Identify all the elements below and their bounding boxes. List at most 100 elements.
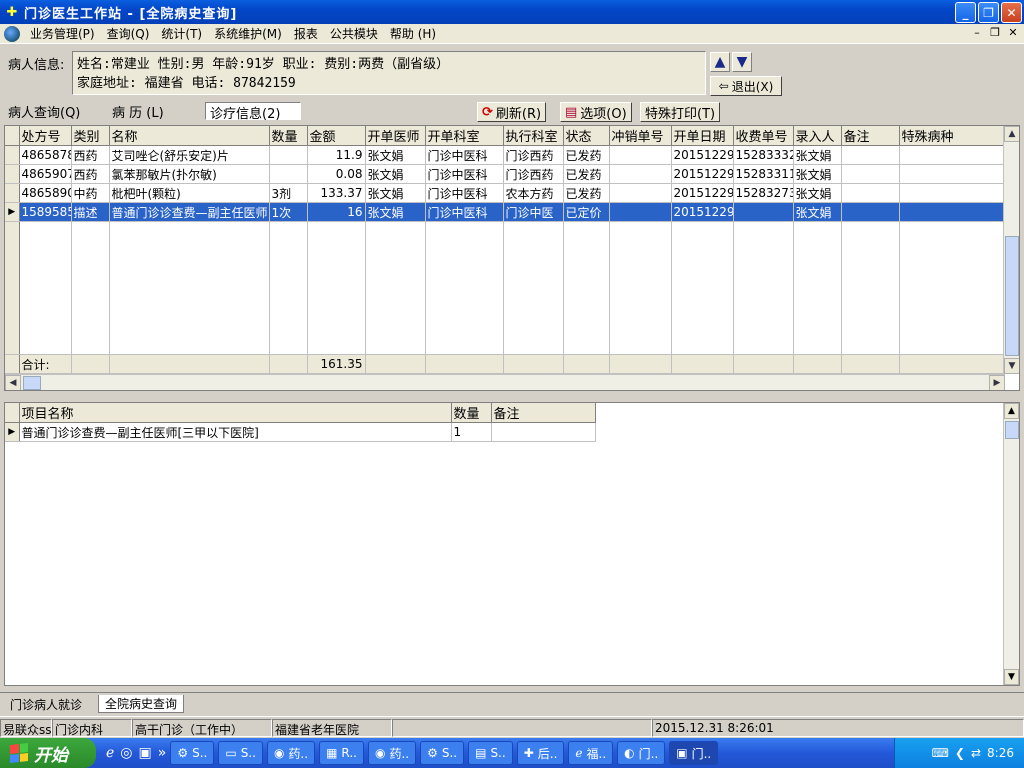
table-cell[interactable]: 张文娟 xyxy=(365,164,426,184)
table-cell[interactable] xyxy=(841,202,900,222)
table-cell[interactable]: 西药 xyxy=(71,145,110,165)
column-header[interactable]: 数量 xyxy=(269,126,308,146)
tab-diagnosis-info[interactable]: 诊疗信息(2) xyxy=(205,102,301,122)
table-cell[interactable]: 4865878 xyxy=(19,145,72,165)
next-patient-button[interactable]: ▼ xyxy=(732,52,752,72)
tab-patient-query[interactable]: 病人查询(Q) xyxy=(4,102,84,121)
table-row[interactable]: 4865878 西药 艾司唑仑(舒乐安定)片 11.9 张文娟 门诊中医科 门诊西药 已发药 2… xyxy=(5,145,1006,165)
taskbar-task[interactable]: ✚ 后.. xyxy=(516,741,565,765)
table-cell[interactable]: 描述 xyxy=(71,202,110,222)
table-cell[interactable]: 133.37 xyxy=(307,183,366,203)
table-cell[interactable]: 0.08 xyxy=(307,164,366,184)
keyboard-icon[interactable]: ⌨ xyxy=(932,746,949,760)
table-cell[interactable] xyxy=(899,145,1006,165)
network-icon[interactable]: ⇄ xyxy=(971,746,981,760)
splitter[interactable] xyxy=(0,392,1024,400)
taskbar-task[interactable]: ⚙ S.. xyxy=(170,741,215,765)
table-cell[interactable]: 已发药 xyxy=(563,164,610,184)
tab-outpatient-visit[interactable]: 门诊病人就诊 xyxy=(4,695,88,713)
taskbar-task[interactable]: ℯ 福.. xyxy=(568,741,614,765)
table-cell[interactable]: 门诊西药 xyxy=(503,164,564,184)
hscroll-thumb[interactable] xyxy=(23,376,41,390)
table-cell[interactable]: 4865890 xyxy=(19,183,72,203)
scroll-down-icon[interactable]: ▼ xyxy=(1004,358,1019,374)
detail-cell[interactable] xyxy=(491,422,596,442)
table-cell[interactable]: 1589585 xyxy=(19,202,72,222)
table-cell[interactable] xyxy=(609,145,672,165)
desktop-icon[interactable]: ▣ xyxy=(139,745,152,761)
table-cell[interactable]: 西药 xyxy=(71,164,110,184)
table-cell[interactable]: 门诊中医科 xyxy=(425,164,504,184)
column-header[interactable]: 录入人 xyxy=(793,126,842,146)
menu-system[interactable]: 系统维护(M) xyxy=(208,25,288,42)
column-header[interactable]: 执行科室 xyxy=(503,126,564,146)
table-cell[interactable]: 张文娟 xyxy=(793,164,842,184)
table-cell[interactable]: 普通门诊诊查费—副主任医师 xyxy=(109,202,270,222)
taskbar-task[interactable]: ▣ 门.. xyxy=(669,741,719,765)
table-cell[interactable] xyxy=(899,202,1006,222)
table-cell[interactable]: 15283332 xyxy=(733,145,794,165)
taskbar-task[interactable]: ◉ 药.. xyxy=(266,741,316,765)
table-cell[interactable] xyxy=(269,145,308,165)
column-header[interactable]: 状态 xyxy=(563,126,610,146)
tray-expand-icon[interactable]: ❮ xyxy=(955,746,965,760)
mdi-close-icon[interactable]: ✕ xyxy=(1006,26,1020,39)
scroll-thumb[interactable] xyxy=(1005,236,1019,356)
table-cell[interactable]: 中药 xyxy=(71,183,110,203)
table-cell[interactable] xyxy=(733,202,794,222)
column-header[interactable]: 金额 xyxy=(307,126,366,146)
column-header[interactable]: 特殊病种 xyxy=(899,126,1006,146)
tab-medical-record[interactable]: 病 历 (L) xyxy=(108,102,168,121)
detail-scroll-thumb[interactable] xyxy=(1005,421,1019,439)
detail-scroll-up-icon[interactable]: ▲ xyxy=(1004,403,1019,419)
table-cell[interactable]: 已发药 xyxy=(563,145,610,165)
table-cell[interactable] xyxy=(609,202,672,222)
table-cell[interactable]: 门诊中医科 xyxy=(425,145,504,165)
menu-query[interactable]: 查询(Q) xyxy=(101,25,156,42)
menu-statistics[interactable]: 统计(T) xyxy=(155,25,208,42)
detail-row[interactable]: ▶ 普通门诊诊查费—副主任医师[三甲以下医院] 1 xyxy=(5,422,596,442)
table-cell[interactable]: 3剂 xyxy=(269,183,308,203)
column-header[interactable]: 备注 xyxy=(841,126,900,146)
table-cell[interactable]: 张文娟 xyxy=(793,202,842,222)
table-row[interactable]: 4865890 中药 枇杷叶(颗粒) 3剂 133.37 张文娟 门诊中医科 农本方药 已发药 2… xyxy=(5,183,1006,203)
tab-hospital-history[interactable]: 全院病史查询 xyxy=(98,695,185,713)
taskbar-task[interactable]: ▤ S.. xyxy=(468,741,513,765)
taskbar-task[interactable]: ▦ R.. xyxy=(319,741,364,765)
column-header[interactable]: 开单医师 xyxy=(365,126,426,146)
column-header[interactable]: 处方号 xyxy=(19,126,72,146)
options-button[interactable]: ▤ 选项(O) xyxy=(560,102,632,122)
detail-scroll-down-icon[interactable]: ▼ xyxy=(1004,669,1019,685)
exit-button[interactable]: ⇦ 退出(X) xyxy=(710,76,782,96)
prev-patient-button[interactable]: ▲ xyxy=(710,52,730,72)
close-button[interactable]: ✕ xyxy=(1001,2,1022,23)
taskbar-task[interactable]: ⚙ S.. xyxy=(420,741,465,765)
menu-help[interactable]: 帮助 (H) xyxy=(384,25,442,42)
table-cell[interactable]: 已定价 xyxy=(563,202,610,222)
scroll-right-icon[interactable]: ▶ xyxy=(989,375,1005,390)
column-header[interactable]: 开单日期 xyxy=(671,126,734,146)
ie-icon[interactable]: ℯ xyxy=(106,745,114,761)
column-header[interactable]: 开单科室 xyxy=(425,126,504,146)
table-cell[interactable]: 门诊中医 xyxy=(503,202,564,222)
menu-public[interactable]: 公共模块 xyxy=(324,25,384,42)
table-cell[interactable]: 张文娟 xyxy=(365,202,426,222)
table-cell[interactable]: 15283273 xyxy=(733,183,794,203)
restore-button[interactable]: ❐ xyxy=(978,2,999,23)
column-header[interactable]: 冲销单号 xyxy=(609,126,672,146)
detail-column-header[interactable]: 数量 xyxy=(451,403,492,423)
table-cell[interactable]: 20151229 xyxy=(671,145,734,165)
detail-column-header[interactable]: 项目名称 xyxy=(19,403,452,423)
grid-vertical-scrollbar[interactable]: ▲ ▼ xyxy=(1003,126,1019,374)
table-cell[interactable]: 张文娟 xyxy=(365,183,426,203)
column-header[interactable]: 类别 xyxy=(71,126,110,146)
table-cell[interactable]: 已发药 xyxy=(563,183,610,203)
taskbar-task[interactable]: ◉ 药.. xyxy=(367,741,417,765)
column-header[interactable]: 名称 xyxy=(109,126,270,146)
detail-column-header[interactable]: 备注 xyxy=(491,403,596,423)
table-cell[interactable]: 16 xyxy=(307,202,366,222)
table-cell[interactable] xyxy=(899,183,1006,203)
table-cell[interactable] xyxy=(269,164,308,184)
table-cell[interactable]: 15283311 xyxy=(733,164,794,184)
column-header[interactable]: 收费单号 xyxy=(733,126,794,146)
